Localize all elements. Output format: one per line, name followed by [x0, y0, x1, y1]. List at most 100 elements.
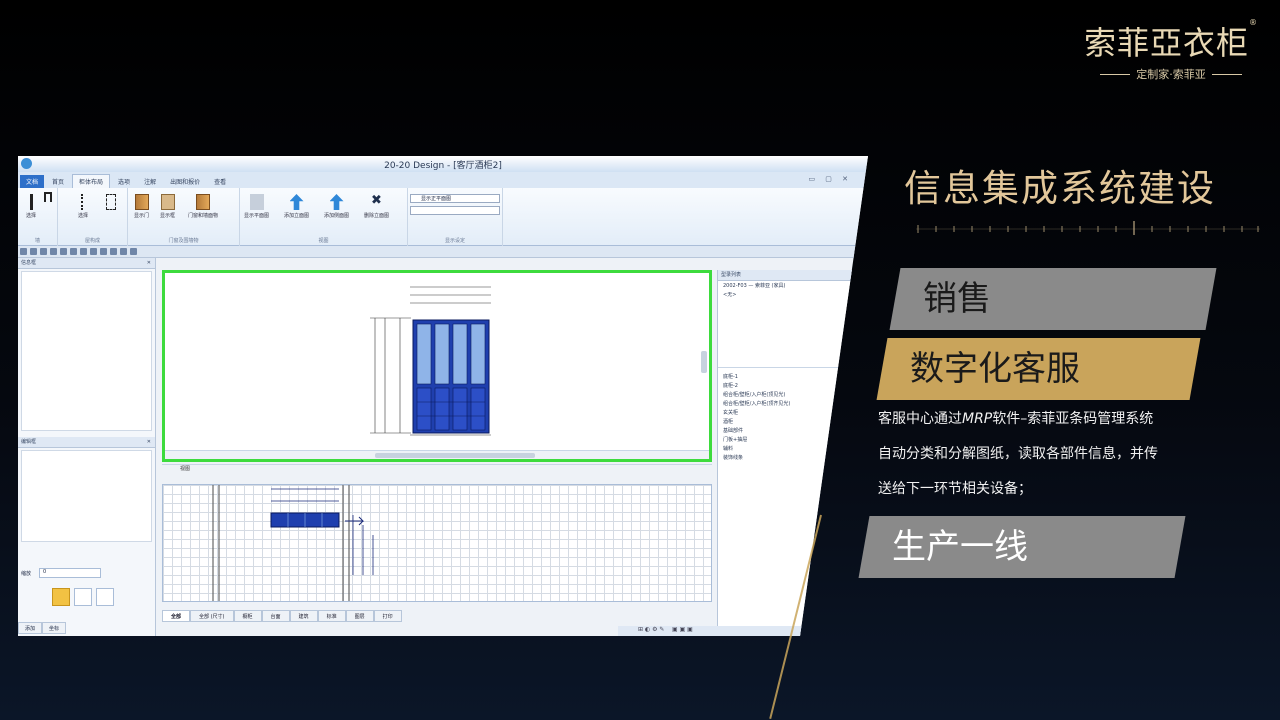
- undo-icon[interactable]: [50, 248, 57, 255]
- copy-tool-button[interactable]: [96, 588, 114, 606]
- select-button[interactable]: 选择: [26, 194, 36, 219]
- description-line: 自动分类和分解图纸，读取各部件信息，并传: [878, 446, 1158, 462]
- tab-annotation[interactable]: 注解: [138, 175, 162, 188]
- print-icon[interactable]: [40, 248, 47, 255]
- render-icon[interactable]: [130, 248, 137, 255]
- app-titlebar: 20-20 Design - [客厅酒柜2]: [18, 156, 868, 172]
- ribbon-group-label: 门窗及围墙物: [168, 238, 199, 244]
- plan-view[interactable]: [162, 484, 712, 602]
- catalog-header: 型录列表: [718, 270, 852, 281]
- tab-output[interactable]: 出图和报价: [164, 175, 206, 188]
- show-door-button[interactable]: 显示门: [134, 194, 149, 219]
- zoom-icon[interactable]: [110, 248, 117, 255]
- catalog-panel: 型录列表 2002-F03 — 索菲亚 (家具) <无> 底柜-1 底柜-2 组…: [717, 270, 852, 636]
- bottom-tabs: 全部 全部 (尺寸) 橱柜 台面 建筑 标准 图层 打印: [162, 610, 402, 622]
- tab-cabinets[interactable]: 橱柜: [233, 610, 262, 622]
- ribbon-group-doors: 显示门 显示框 门窗和墙面物 门窗及围墙物: [128, 188, 240, 246]
- pen-tool-button[interactable]: [74, 588, 92, 606]
- plan-icon: [249, 194, 264, 210]
- catalog-item[interactable]: 底柜-1: [718, 372, 852, 381]
- tab-layers[interactable]: 图层: [345, 610, 374, 622]
- cut-icon[interactable]: [70, 248, 77, 255]
- catalog-item[interactable]: 底柜-2: [718, 381, 852, 390]
- select2-button[interactable]: 选择: [78, 194, 88, 219]
- catalog-selected[interactable]: 2002-F03 — 索菲亚 (家具): [718, 281, 852, 290]
- close-icon[interactable]: ✕: [147, 437, 151, 447]
- edit-buttons: [52, 588, 114, 606]
- quick-toolbar: [18, 246, 868, 258]
- open-icon[interactable]: [30, 248, 37, 255]
- tab-all[interactable]: 全部: [162, 610, 191, 622]
- room-shape-button[interactable]: [106, 194, 116, 212]
- tab-countertop[interactable]: 台面: [261, 610, 290, 622]
- brand-name: 索菲亞衣柜®: [1083, 18, 1258, 62]
- tab-layout[interactable]: 柜体布局: [72, 174, 111, 188]
- zoom-row: 缩放 0: [21, 568, 102, 578]
- decorative-ruler: [916, 221, 1260, 235]
- ribbon-group-views: 显示平面图 添加立面图 添加侧面图 ✖ 删除立面图 视图: [240, 188, 408, 246]
- tab-building[interactable]: 建筑: [289, 610, 318, 622]
- delete-elevation-button[interactable]: ✖ 删除立面图: [364, 193, 389, 220]
- tab-print[interactable]: 打印: [373, 610, 402, 622]
- grid-icon[interactable]: [120, 248, 127, 255]
- window-controls[interactable]: ▭ ▢ ✕: [808, 175, 852, 183]
- catalog-item[interactable]: 基础部件: [718, 426, 852, 435]
- cursor-tool-button[interactable]: [52, 588, 70, 606]
- copy-icon[interactable]: [80, 248, 87, 255]
- delete-icon: ✖: [371, 193, 382, 208]
- wall-tools-button[interactable]: [44, 192, 52, 204]
- edit-panel: [21, 450, 152, 542]
- horizontal-scrollbar[interactable]: [165, 450, 709, 459]
- tab-standard[interactable]: 标准: [317, 610, 346, 622]
- status-bar: ⊞ ◐ ⚙ ✎ ▣ ▣ ▣: [618, 626, 868, 636]
- section-label: 生产一线: [892, 527, 1028, 567]
- catalog-item[interactable]: 装饰线条: [718, 453, 852, 462]
- tab-file[interactable]: 文档: [20, 175, 45, 188]
- left-tabs: 添加 坐标: [18, 622, 156, 634]
- catalog-item[interactable]: 酒柜: [718, 417, 852, 426]
- tab-coordinates[interactable]: 坐标: [42, 622, 67, 634]
- ribbon-group-display: 显示正平面图 显示设定: [408, 188, 503, 246]
- section-digital-service: 数字化客服: [876, 338, 1201, 400]
- add-side-button[interactable]: 添加侧面图: [324, 194, 349, 219]
- paste-icon[interactable]: [90, 248, 97, 255]
- floor-plan-drawing: [212, 485, 374, 601]
- ribbon-tabs: 文档 首页 柜体布局 选项 注解 出图和报价 查看 ▭ ▢ ✕: [18, 172, 868, 188]
- tab-view[interactable]: 查看: [208, 175, 232, 188]
- info-panel: [21, 271, 152, 431]
- wall-object-icon: [196, 194, 210, 210]
- catalog-item[interactable]: 玄关柜: [718, 408, 852, 417]
- app-title: 20-20 Design - [客厅酒柜2]: [384, 160, 502, 171]
- catalog-item[interactable]: 门板+抽屉: [718, 435, 852, 444]
- tab-home[interactable]: 首页: [46, 175, 70, 188]
- save-icon[interactable]: [20, 248, 27, 255]
- edit-panel-header: 编辑框 ✕: [18, 437, 155, 448]
- doors-windows-button[interactable]: 门窗和墙面物: [188, 194, 218, 219]
- redo-icon[interactable]: [60, 248, 67, 255]
- tab-options[interactable]: 选项: [112, 175, 136, 188]
- dotted-wall-icon: [81, 194, 85, 210]
- tab-all-dimensions[interactable]: 全部 (尺寸): [190, 610, 234, 622]
- catalog-item[interactable]: 组合柜/壁柜/入户柜(顶见光): [718, 390, 852, 399]
- view-combo[interactable]: 显示正平面图: [410, 194, 500, 203]
- section-production: 生产一线: [858, 516, 1186, 578]
- ribbon-group-label: 视图: [318, 238, 329, 244]
- door-icon: [134, 194, 149, 210]
- view-combo-2[interactable]: [410, 206, 500, 215]
- delete-icon[interactable]: [100, 248, 107, 255]
- catalog-item[interactable]: 辅料: [718, 444, 852, 453]
- vertical-scrollbar[interactable]: [701, 351, 707, 373]
- cabinet-elevation-drawing: [370, 286, 491, 436]
- show-frame-button[interactable]: 显示框: [160, 194, 175, 219]
- tab-add[interactable]: 添加: [18, 622, 43, 634]
- view-tab[interactable]: 视图: [162, 464, 712, 474]
- close-icon[interactable]: ✕: [147, 258, 151, 268]
- catalog-item[interactable]: 组合柜/壁柜/入户柜(顶齐见光): [718, 399, 852, 408]
- show-plan-button[interactable]: 显示平面图: [244, 194, 269, 219]
- ribbon-group-label: 屋构成: [84, 238, 100, 244]
- zoom-input[interactable]: 0: [39, 568, 102, 578]
- ribbon: 选择 墙 选择 屋构成 显示门 显示框 门窗和墙面物 门窗及围墙物 显示平面图 …: [18, 188, 868, 246]
- elevation-view[interactable]: [162, 270, 712, 462]
- add-elevation-button[interactable]: 添加立面图: [284, 194, 309, 219]
- brand-tagline: 定制家·索菲亚: [1082, 66, 1260, 82]
